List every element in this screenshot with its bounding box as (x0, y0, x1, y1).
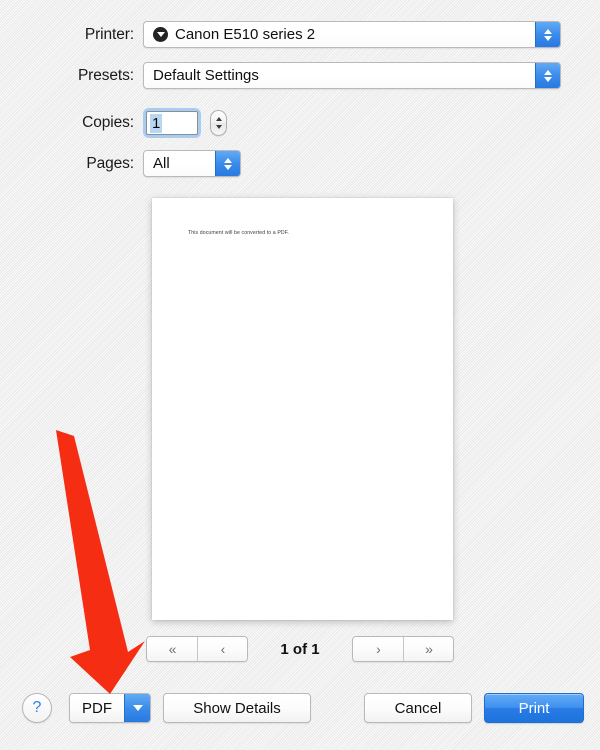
presets-row: Presets: Default Settings (0, 62, 561, 89)
print-button[interactable]: Print (484, 693, 584, 723)
printer-select-value: Canon E510 series 2 (175, 26, 316, 43)
page-indicator: 1 of 1 (280, 640, 320, 658)
first-page-button[interactable]: « (147, 637, 197, 661)
previous-page-button[interactable]: ‹ (197, 637, 247, 661)
printer-row: Printer: Canon E510 series 2 (0, 21, 561, 48)
pdf-dropdown-toggle[interactable] (124, 694, 150, 722)
presets-select-value: Default Settings (153, 67, 259, 84)
presets-select[interactable]: Default Settings (143, 62, 561, 89)
chevron-down-icon (544, 35, 552, 41)
copies-focus-ring: 1 (143, 108, 201, 138)
preview-pagination: « ‹ 1 of 1 › » (0, 636, 600, 662)
pages-row: Pages: All (0, 150, 241, 177)
copies-input-value: 1 (150, 113, 163, 133)
printer-select[interactable]: Canon E510 series 2 (143, 21, 561, 48)
copies-label: Copies: (82, 114, 134, 131)
stepper-down-icon[interactable] (215, 125, 222, 129)
show-details-button[interactable]: Show Details (163, 693, 311, 723)
chevron-up-icon (224, 157, 232, 163)
copies-input[interactable]: 1 (146, 111, 198, 135)
chevron-down-icon (224, 164, 232, 170)
chevron-updown-icon[interactable] (215, 151, 240, 176)
help-button[interactable]: ? (22, 693, 52, 723)
cancel-button[interactable]: Cancel (364, 693, 472, 723)
stepper-up-icon[interactable] (215, 117, 222, 121)
last-page-button[interactable]: » (403, 637, 453, 661)
copies-control: 1 (143, 108, 227, 138)
pdf-button-label[interactable]: PDF (70, 694, 124, 722)
next-page-button[interactable]: › (353, 637, 403, 661)
chevron-down-icon (132, 705, 143, 711)
preview-body-text: This document will be converted to a PDF… (188, 230, 289, 236)
pdf-split-button[interactable]: PDF (69, 693, 151, 723)
chevron-up-icon (544, 28, 552, 34)
presets-label: Presets: (77, 66, 134, 84)
print-dialog: Printer: Canon E510 series 2 Presets: De… (0, 0, 600, 750)
chevron-down-icon (544, 76, 552, 82)
printer-label: Printer: (84, 25, 134, 43)
chevron-up-icon (544, 69, 552, 75)
chevron-updown-icon[interactable] (535, 63, 560, 88)
pagination-prev-group: « ‹ (146, 636, 248, 662)
pages-select-value: All (153, 155, 170, 172)
copies-row: Copies: 1 (0, 108, 227, 138)
pages-label: Pages: (86, 154, 134, 172)
pagination-next-group: › » (352, 636, 454, 662)
print-preview-page: This document will be converted to a PDF… (152, 198, 453, 620)
chevron-updown-icon[interactable] (535, 22, 560, 47)
pages-select[interactable]: All (143, 150, 241, 177)
dialog-bottom-bar: ? PDF Show Details Cancel Print (0, 690, 600, 732)
printer-status-icon (153, 27, 168, 42)
copies-stepper[interactable] (210, 110, 227, 136)
